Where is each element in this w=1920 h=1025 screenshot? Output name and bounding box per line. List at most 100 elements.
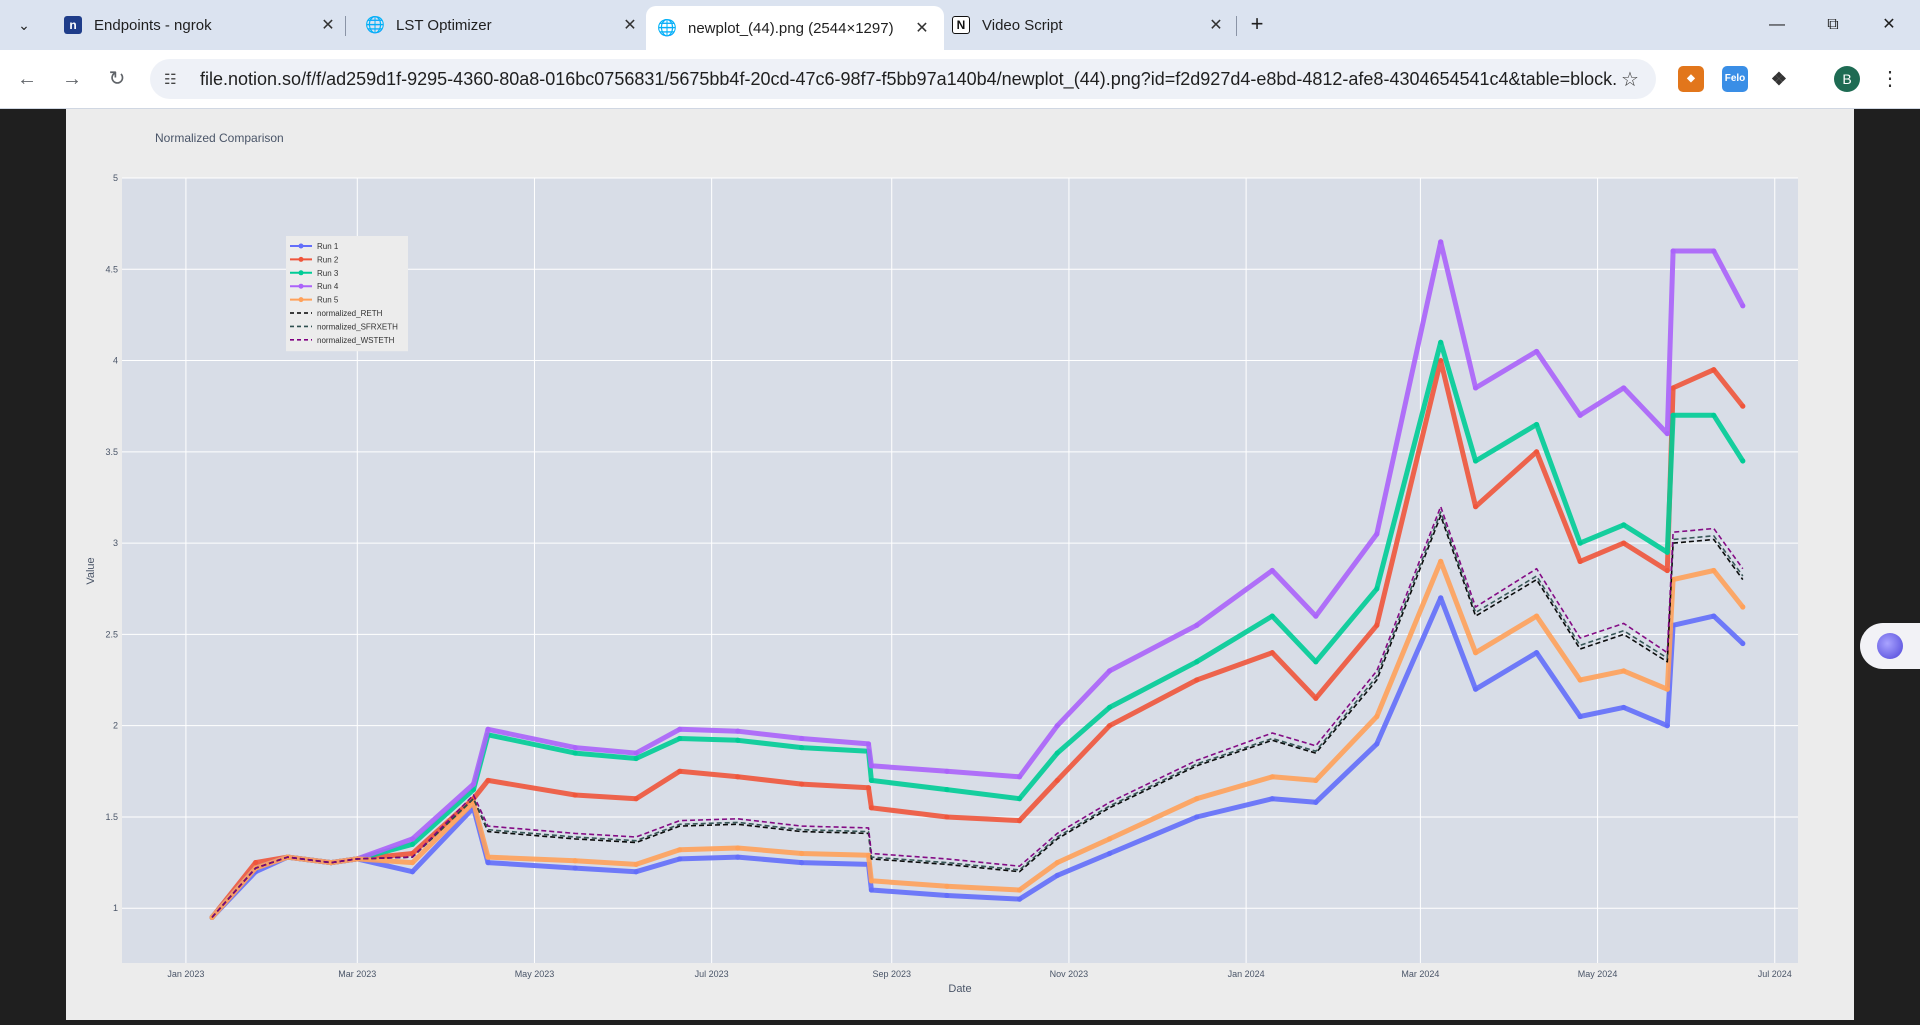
globe-icon: 🌐 — [365, 17, 385, 34]
data-point — [865, 785, 872, 791]
x-tick-label: Mar 2023 — [338, 969, 376, 979]
metamask-fox-icon[interactable]: ◆ — [1678, 66, 1704, 92]
data-point — [1194, 814, 1200, 820]
minimize-icon: — — [1769, 16, 1785, 33]
data-point — [1438, 339, 1444, 345]
data-point — [1533, 613, 1540, 619]
data-point — [1621, 704, 1627, 711]
felo-icon[interactable]: Felo — [1722, 66, 1748, 92]
legend-marker — [298, 270, 304, 276]
data-point — [485, 859, 491, 866]
assistant-icon — [1877, 633, 1903, 659]
more-menu-icon[interactable]: ⋮ — [1880, 66, 1900, 92]
data-point — [677, 735, 683, 742]
data-point — [944, 786, 950, 793]
arrow-left-icon: ← — [17, 68, 37, 90]
reload-icon: ↻ — [108, 68, 126, 90]
x-tick-label: Jan 2024 — [1228, 969, 1265, 979]
data-point — [1374, 586, 1380, 592]
close-icon[interactable]: ✕ — [912, 18, 932, 38]
x-tick-label: Sep 2023 — [872, 969, 911, 979]
y-tick-label: 4.5 — [105, 264, 118, 274]
data-point — [1054, 859, 1060, 866]
data-point — [868, 777, 875, 784]
tab-video-script[interactable]: N Video Script ✕ — [940, 6, 1238, 44]
tab-title: newplot_(44).png (2544×1297) — [688, 19, 894, 37]
close-icon[interactable]: ✕ — [1206, 15, 1226, 35]
data-point — [1016, 818, 1023, 824]
assistant-widget[interactable] — [1860, 623, 1920, 669]
data-point — [409, 869, 416, 875]
data-point — [677, 856, 683, 862]
data-point — [944, 883, 950, 889]
data-point — [1577, 713, 1583, 720]
x-tick-label: Jul 2023 — [695, 969, 729, 979]
y-tick-label: 3 — [113, 538, 118, 548]
data-point — [633, 755, 639, 762]
address-bar[interactable]: ☷ file.notion.so/f/f/ad259d1f-9295-4360-… — [150, 59, 1656, 99]
data-point — [865, 852, 872, 858]
url-text[interactable]: file.notion.so/f/f/ad259d1f-9295-4360-80… — [200, 69, 1618, 90]
close-window-button[interactable]: ✕ — [1866, 10, 1912, 40]
data-point — [1577, 540, 1583, 546]
data-point — [1054, 872, 1060, 878]
reload-button[interactable]: ↻ — [102, 64, 132, 94]
data-point — [1533, 421, 1540, 428]
close-icon[interactable]: ✕ — [318, 15, 338, 35]
puzzle-extensions-icon[interactable]: ❖ — [1766, 66, 1792, 92]
data-point — [1438, 558, 1444, 564]
avatar[interactable]: B — [1834, 66, 1860, 92]
data-point — [1313, 613, 1319, 619]
data-point — [735, 774, 741, 780]
y-tick-label: 5 — [113, 173, 118, 183]
data-point — [253, 859, 259, 866]
y-tick-label: 2 — [113, 721, 118, 731]
x-tick-label: Nov 2023 — [1050, 969, 1089, 979]
legend-label: Run 4 — [317, 282, 339, 291]
data-point — [944, 768, 950, 774]
data-point — [735, 737, 741, 743]
data-point — [799, 859, 805, 866]
legend: Run 1 Run 2 Run 3 Run 4 Run 5 normalized_RETH… — [286, 236, 408, 352]
legend-label: Run 1 — [317, 242, 339, 251]
data-point — [1106, 668, 1113, 674]
close-icon[interactable]: ✕ — [620, 15, 640, 35]
legend-background — [286, 236, 408, 352]
legend-marker — [298, 243, 304, 249]
data-point — [868, 763, 875, 769]
tab-lst-optimizer[interactable]: 🌐 LST Optimizer ✕ — [354, 6, 652, 44]
data-point — [799, 850, 805, 857]
data-point — [572, 865, 578, 871]
minimize-button[interactable]: — — [1754, 10, 1800, 40]
restore-button[interactable]: ⧉ — [1810, 10, 1856, 40]
data-point — [1664, 549, 1670, 555]
data-point — [677, 726, 683, 732]
plot-image: Normalized Comparison 1 1.5 2 2.5 3 3.5 4 4.5 5 … — [66, 109, 1854, 1020]
forward-button[interactable]: → — [57, 64, 87, 94]
tab-newplot-png[interactable]: 🌐 newplot_(44).png (2544×1297) ✕ — [646, 6, 944, 50]
legend-label: normalized_RETH — [317, 309, 383, 318]
tab-search-button[interactable]: ⌄ — [9, 10, 39, 40]
y-tick-label: 1 — [113, 903, 118, 913]
x-tick-label: May 2024 — [1578, 969, 1618, 979]
legend-label: Run 5 — [317, 296, 339, 305]
bookmark-star-icon[interactable]: ☆ — [1618, 67, 1642, 92]
y-tick-label: 3.5 — [105, 447, 118, 457]
legend-marker — [298, 297, 304, 303]
browser-toolbar: ← → ↻ ☷ file.notion.so/f/f/ad259d1f-9295… — [0, 50, 1920, 109]
data-point — [1664, 686, 1670, 692]
y-tick-label: 4 — [113, 356, 118, 366]
back-button[interactable]: ← — [12, 64, 42, 94]
data-point — [799, 744, 805, 751]
tab-endpoints-ngrok[interactable]: n Endpoints - ngrok ✕ — [52, 6, 350, 44]
data-point — [1313, 777, 1319, 784]
data-point — [1472, 686, 1479, 692]
site-info-icon[interactable]: ☷ — [164, 71, 186, 88]
tab-title: LST Optimizer — [396, 16, 492, 34]
data-point — [868, 887, 875, 893]
arrow-right-icon: → — [62, 68, 82, 90]
data-point — [633, 869, 639, 875]
chart-title: Normalized Comparison — [155, 131, 284, 145]
data-point — [1740, 303, 1746, 309]
new-tab-button[interactable]: + — [1244, 12, 1270, 38]
